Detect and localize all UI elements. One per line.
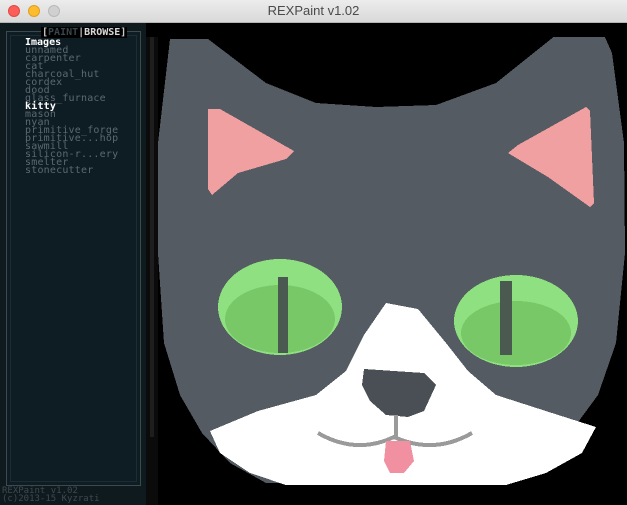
- bottom-dark: [146, 485, 627, 505]
- image-canvas[interactable]: [146, 23, 627, 505]
- tab-browse[interactable]: BROWSE: [84, 27, 120, 38]
- kitty-image: [146, 23, 627, 505]
- app-content: [PAINT|BROWSE] Images unnamed carpenter …: [0, 23, 627, 505]
- tab-bracket-close: ]: [120, 27, 127, 38]
- pupil-left: [278, 277, 288, 353]
- canvas-scrollbar[interactable]: [146, 37, 158, 505]
- image-list: unnamed carpenter cat charcoal_hut corde…: [25, 46, 118, 176]
- pupil-right: [500, 281, 512, 355]
- window-title: REXPaint v1.02: [267, 3, 360, 18]
- canvas-scroll-thumb[interactable]: [150, 37, 154, 437]
- top-dark: [146, 23, 627, 37]
- footer: REXPaint v1.02 (c)2013-15 Kyzrati: [2, 487, 100, 504]
- sidebar: [PAINT|BROWSE] Images unnamed carpenter …: [0, 23, 146, 505]
- image-item-stonecutter[interactable]: stonecutter: [25, 166, 118, 176]
- footer-copyright: (c)2013-15 Kyzrati: [2, 494, 100, 504]
- title-bar: REXPaint v1.02: [0, 0, 627, 23]
- eye-right-shade: [461, 301, 571, 365]
- app-window: REXPaint v1.02 [PAINT|BROWSE] Images unn…: [0, 0, 627, 505]
- browse-panel: [PAINT|BROWSE] Images unnamed carpenter …: [6, 27, 141, 486]
